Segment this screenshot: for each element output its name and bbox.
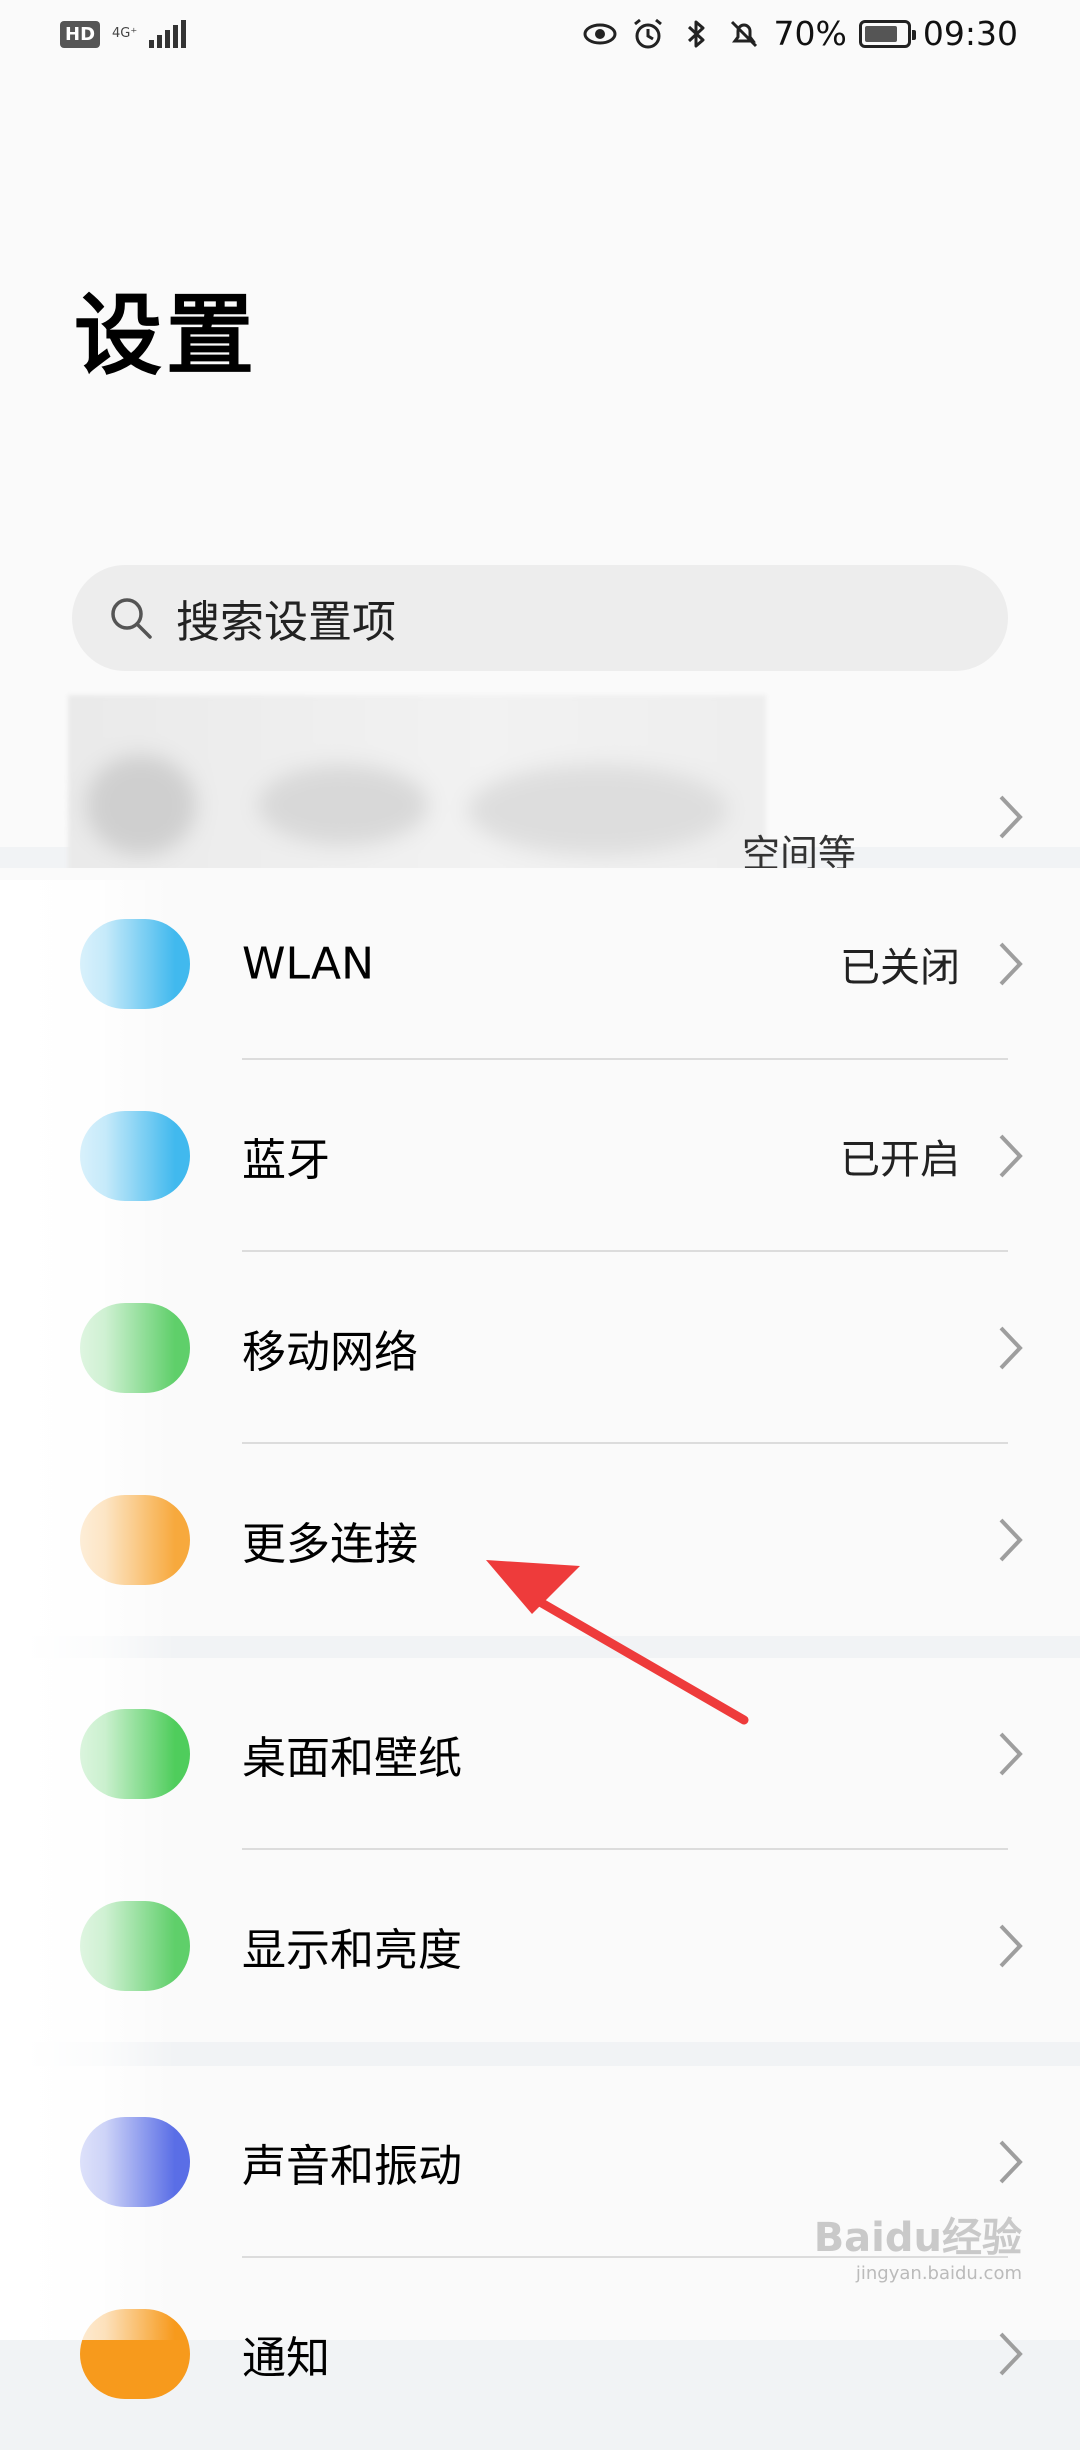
chevron-right-icon bbox=[999, 1326, 1023, 1370]
search-bar[interactable]: 搜索设置项 bbox=[72, 565, 1008, 671]
row-label: 移动网络 bbox=[242, 1327, 418, 1378]
chevron-right-icon bbox=[999, 1518, 1023, 1562]
chevron-right-icon bbox=[999, 1924, 1023, 1968]
bluetooth-icon bbox=[687, 20, 705, 47]
clock-time: 09:30 bbox=[922, 14, 1018, 53]
row-label: 蓝牙 bbox=[242, 1135, 330, 1186]
row-label: 桌面和壁纸 bbox=[242, 1733, 462, 1784]
wlan-icon bbox=[80, 919, 190, 1009]
search-placeholder: 搜索设置项 bbox=[176, 597, 396, 648]
settings-row-bluetooth[interactable]: 蓝牙 已开启 bbox=[0, 1060, 1080, 1252]
chevron-right-icon bbox=[999, 2140, 1023, 2184]
chevron-right-icon bbox=[999, 2332, 1023, 2376]
settings-row-mobile-network[interactable]: 移动网络 bbox=[0, 1252, 1080, 1444]
row-label: 显示和亮度 bbox=[242, 1925, 462, 1976]
chevron-right-icon bbox=[999, 1134, 1023, 1178]
settings-row-notifications[interactable]: 通知 bbox=[0, 2258, 1080, 2450]
eye-comfort-icon bbox=[583, 23, 617, 44]
watermark-brand: Baidu经验 bbox=[813, 2215, 1022, 2261]
battery-icon bbox=[858, 19, 916, 48]
status-bar: HD 4G⁺ 70% 09:30 bbox=[0, 0, 1080, 75]
network-type-label: 4G⁺ bbox=[112, 26, 138, 41]
mute-icon bbox=[730, 20, 757, 47]
settings-row-wlan[interactable]: WLAN 已关闭 bbox=[0, 868, 1080, 1060]
battery-level bbox=[864, 25, 898, 42]
page-title: 设置 bbox=[74, 284, 259, 387]
search-icon bbox=[111, 598, 152, 639]
display-brightness-icon bbox=[80, 1901, 190, 1991]
row-status: 已开启 bbox=[840, 1137, 960, 1183]
battery-percent: 70% bbox=[773, 14, 847, 53]
notification-icon bbox=[80, 2309, 190, 2399]
chevron-right-icon bbox=[999, 1732, 1023, 1776]
alarm-icon bbox=[633, 18, 662, 48]
settings-row-home-wallpaper[interactable]: 桌面和壁纸 bbox=[0, 1658, 1080, 1850]
watermark-logo: Baidu经验 jingyan.baidu.com bbox=[814, 2205, 1022, 2284]
settings-group-sound: 声音和振动 通知 bbox=[0, 2066, 1080, 2399]
row-label: 声音和振动 bbox=[242, 2141, 462, 2192]
status-right: 70% 09:30 bbox=[582, 14, 1018, 53]
wallpaper-icon bbox=[80, 1709, 190, 1799]
mobile-network-icon bbox=[80, 1303, 190, 1393]
row-label: 通知 bbox=[242, 2333, 330, 2384]
row-label: WLAN bbox=[242, 938, 375, 990]
more-connections-icon bbox=[80, 1495, 190, 1585]
sound-icon bbox=[80, 2117, 190, 2207]
settings-row-more-connections[interactable]: 更多连接 bbox=[0, 1444, 1080, 1636]
watermark-url: jingyan.baidu.com bbox=[855, 2263, 1022, 2284]
chevron-right-icon bbox=[999, 942, 1023, 986]
settings-group-display: 桌面和壁纸 显示和亮度 bbox=[0, 1658, 1080, 2042]
status-left: HD 4G⁺ bbox=[60, 20, 187, 48]
settings-row-display-brightness[interactable]: 显示和亮度 bbox=[0, 1850, 1080, 2042]
bluetooth-settings-icon bbox=[80, 1111, 190, 1201]
signal-strength-icon bbox=[149, 20, 187, 48]
chevron-right-icon bbox=[999, 795, 1023, 839]
row-label: 更多连接 bbox=[242, 1519, 418, 1570]
header-area: 设置 搜索设置项 空间等 bbox=[0, 75, 1080, 903]
hd-badge: HD bbox=[60, 20, 101, 48]
row-status: 已关闭 bbox=[840, 945, 960, 991]
settings-group-connectivity: WLAN 已关闭 蓝牙 已开启 移动网络 更多连接 bbox=[0, 868, 1080, 1636]
